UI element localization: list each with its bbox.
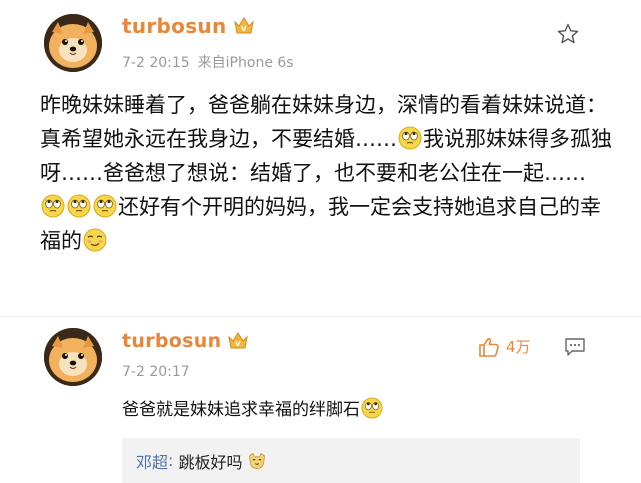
post-username-text: turbosun [122,14,227,38]
post-username[interactable]: turbosun [122,14,255,38]
comment-body: 爸爸就是妹妹追求幸福的绊脚石 [122,395,384,420]
eye-roll-emoji [41,194,65,218]
post-text-3: 还好有个开明的妈妈，我一定会支持她追求自己的幸福的 [40,195,601,253]
cat-emoji [247,451,267,471]
eye-roll-emoji [398,126,422,150]
post-time: 7-2 20:15 [122,55,190,71]
comment-username-text: turbosun [122,330,222,352]
sub-reply-name[interactable]: 邓超 [136,449,168,473]
vip-badge-icon [233,16,255,36]
divider [0,316,641,317]
eye-roll-emoji [361,397,383,419]
star-icon[interactable] [556,22,580,46]
post-body: 昨晚妹妹睡着了，爸爸躺在妹妹身边，深情的看着妹妹说道：真希望她永远在我身边，不要… [40,88,612,258]
avatar[interactable] [44,14,102,72]
eye-roll-emoji [93,194,117,218]
eye-roll-emoji [67,194,91,218]
post-source: 来自iPhone 6s [197,55,294,71]
comment-avatar[interactable] [44,328,102,386]
post-meta: 7-2 20:15 来自iPhone 6s [122,52,294,72]
like-count: 4万 [506,338,531,356]
like-button[interactable]: 4万 [478,336,531,357]
reply-icon[interactable] [564,337,586,357]
avatar-dog-image [44,14,102,72]
comment-username[interactable]: turbosun [122,330,249,352]
smirk-emoji [83,228,107,252]
vip-badge-icon [227,331,249,351]
sub-reply[interactable]: 邓超: 跳板好吗 [122,438,580,483]
sub-reply-text: 跳板好吗 [173,452,243,472]
thumbs-up-icon [479,337,499,357]
avatar-dog-image [44,328,102,386]
comment-text: 爸爸就是妹妹追求幸福的绊脚石 [122,400,360,420]
comment-time: 7-2 20:17 [122,364,190,380]
